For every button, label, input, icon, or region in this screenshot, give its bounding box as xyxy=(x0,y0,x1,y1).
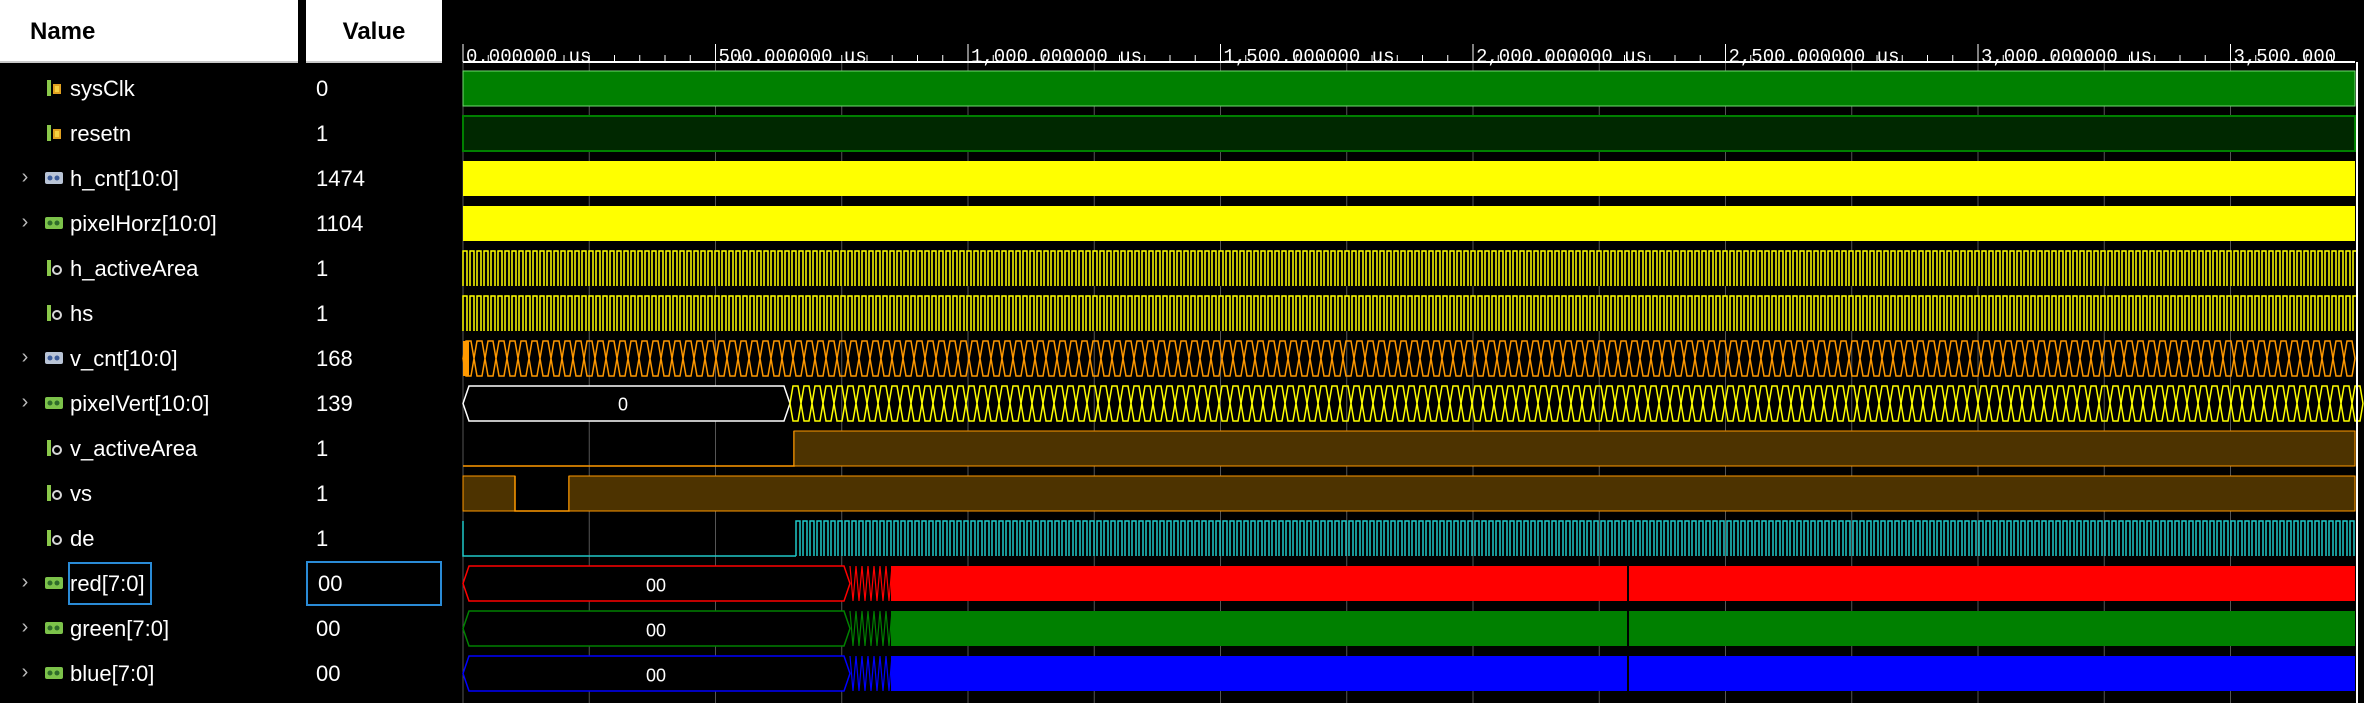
signal-value[interactable]: 1 xyxy=(306,246,442,291)
ruler-time-label: 1,000.000000 us xyxy=(971,46,1142,68)
bus-signal-icon xyxy=(44,168,64,188)
bus-value-fill xyxy=(891,566,2355,601)
waveform-panel[interactable]: 0.000000 us 500.000000 us 1,000.000000 us 1… xyxy=(455,0,2364,703)
signal-row[interactable]: h_activeArea xyxy=(0,246,298,291)
bus-transitions-wave xyxy=(462,340,2356,377)
high-level-wave xyxy=(462,115,2356,152)
signal-name: pixelHorz[10:0] xyxy=(70,211,217,236)
ruler-time-label: 2,500.000000 us xyxy=(1729,46,1900,68)
name-column-header[interactable]: Name xyxy=(0,0,298,63)
low-level-wave xyxy=(514,476,570,512)
signal-value[interactable]: 1474 xyxy=(306,156,442,201)
ruler-time-label: 3,000.000000 us xyxy=(1981,46,2152,68)
signal-row[interactable]: resetn xyxy=(0,111,298,156)
signal-value[interactable]: 00 xyxy=(306,651,442,696)
ruler-time-label: 1,500.000000 us xyxy=(1224,46,1395,68)
value-column-header[interactable]: Value xyxy=(306,0,442,63)
output-signal-icon xyxy=(44,303,64,323)
signal-row[interactable]: › v_cnt[10:0] xyxy=(0,336,298,381)
bus-value-label: 00 xyxy=(646,576,666,596)
signal-name: green[7:0] xyxy=(70,616,170,641)
output-signal-icon xyxy=(44,483,64,503)
output-signal-icon xyxy=(44,528,64,548)
ruler-time-label: 3,500.000 xyxy=(2234,46,2337,68)
bus-transitions-wave xyxy=(849,610,893,647)
bus-value-fill xyxy=(891,656,2355,691)
chevron-right-icon[interactable]: › xyxy=(14,391,36,413)
signal-value[interactable]: 1 xyxy=(306,516,442,561)
ruler-time-label: 0.000000 us xyxy=(466,46,591,68)
signal-name: vs xyxy=(70,481,92,506)
signal-name: de xyxy=(70,526,95,551)
bus-output-icon xyxy=(44,618,64,638)
signal-name: v_activeArea xyxy=(70,436,198,461)
bus-transitions-wave xyxy=(849,655,893,692)
signal-value[interactable]: 1 xyxy=(306,426,442,471)
chevron-right-icon[interactable]: › xyxy=(14,166,36,188)
toggle-wave xyxy=(795,520,2355,556)
bus-output-icon xyxy=(44,573,64,593)
signal-value[interactable]: 00 xyxy=(306,561,442,606)
signal-row[interactable]: › pixelVert[10:0] xyxy=(0,381,298,426)
bus-value-fill xyxy=(891,611,2355,646)
high-level-wave xyxy=(568,475,2356,512)
signal-row[interactable]: › blue[7:0] xyxy=(0,651,298,696)
ruler-time-label: 500.000000 us xyxy=(719,46,867,68)
signal-name: resetn xyxy=(70,121,132,146)
bus-output-icon xyxy=(44,213,64,233)
clock-wave xyxy=(462,70,2356,107)
signal-value[interactable]: 0 xyxy=(306,66,442,111)
clock-signal-icon xyxy=(44,123,64,143)
bus-signal-icon xyxy=(44,348,64,368)
signal-row[interactable]: › pixelHorz[10:0] xyxy=(0,201,298,246)
bus-output-icon xyxy=(44,393,64,413)
signal-name: blue[7:0] xyxy=(70,661,155,686)
bus-wave xyxy=(463,161,2355,196)
signal-name: h_cnt[10:0] xyxy=(70,166,179,191)
signal-name: v_cnt[10:0] xyxy=(70,346,178,371)
signal-value[interactable]: 168 xyxy=(306,336,442,381)
output-signal-icon xyxy=(44,258,64,278)
signal-name: hs xyxy=(70,301,94,326)
signal-value[interactable]: 139 xyxy=(306,381,442,426)
low-level-wave xyxy=(463,431,795,467)
selection-outline xyxy=(68,562,152,605)
signal-name: h_activeArea xyxy=(70,256,199,281)
high-level-wave xyxy=(793,430,2356,467)
signal-row[interactable]: sysClk xyxy=(0,66,298,111)
high-level-wave xyxy=(462,475,516,512)
chevron-right-icon[interactable]: › xyxy=(14,661,36,683)
chevron-right-icon[interactable]: › xyxy=(14,211,36,233)
output-signal-icon xyxy=(44,438,64,458)
chevron-right-icon[interactable]: › xyxy=(14,346,36,368)
bus-transitions-wave xyxy=(849,565,893,602)
bus-start-marker xyxy=(463,341,469,376)
bus-wave xyxy=(463,206,2355,241)
signal-row[interactable]: hs xyxy=(0,291,298,336)
chevron-right-icon[interactable]: › xyxy=(14,616,36,638)
signal-value[interactable]: 1104 xyxy=(306,201,442,246)
clock-signal-icon xyxy=(44,78,64,98)
signal-value[interactable]: 1 xyxy=(306,471,442,516)
bus-value-label: 00 xyxy=(646,621,666,641)
signal-row[interactable]: vs xyxy=(0,471,298,516)
signal-name-panel: Name sysClk resetn › h_cnt[10:0] › pixelHorz[… xyxy=(0,0,298,703)
signal-row[interactable]: v_activeArea xyxy=(0,426,298,471)
signal-row[interactable]: de xyxy=(0,516,298,561)
waveform-canvas[interactable]: 0.000000 us 500.000000 us 1,000.000000 us 1… xyxy=(455,0,2364,703)
bus-output-icon xyxy=(44,663,64,683)
chevron-right-icon[interactable]: › xyxy=(14,571,36,593)
low-level-wave xyxy=(462,521,796,557)
signal-name: pixelVert[10:0] xyxy=(70,391,210,416)
bus-transitions-wave xyxy=(789,385,2364,422)
signal-value[interactable]: 1 xyxy=(306,111,442,156)
bus-value-label: 0 xyxy=(618,395,628,415)
signal-name: sysClk xyxy=(70,76,135,101)
signal-row[interactable]: › green[7:0] xyxy=(0,606,298,651)
signal-value[interactable]: 1 xyxy=(306,291,442,336)
signal-row[interactable]: › h_cnt[10:0] xyxy=(0,156,298,201)
signal-value[interactable]: 00 xyxy=(306,606,442,651)
bus-value-label: 00 xyxy=(646,666,666,686)
ruler-time-label: 2,000.000000 us xyxy=(1476,46,1647,68)
